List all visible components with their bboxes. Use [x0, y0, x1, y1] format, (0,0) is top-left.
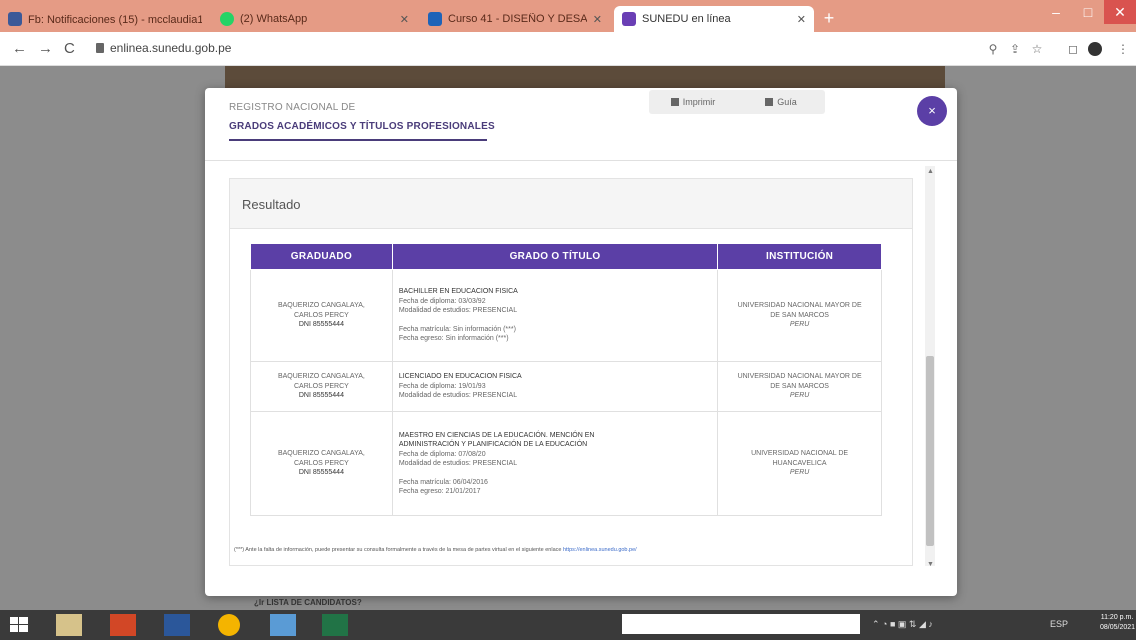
chrome-icon[interactable] — [218, 614, 240, 636]
degree-cell: LICENCIADO EN EDUCACION FISICA Fecha de … — [391, 361, 719, 412]
column-header-graduado: GRADUADO — [250, 243, 393, 270]
divider — [205, 160, 957, 161]
table-row: BAQUERIZO CANGALAYA, CARLOS PERCY DNI 85… — [250, 411, 882, 516]
browser-tab-bar: Fb: Notificaciones (15) - mcclaudia1015 … — [0, 0, 1136, 32]
tray-icons[interactable]: ⌃ ◔ ■ ▣ ⇅ ◢ ♪ — [872, 619, 933, 630]
menu-icon[interactable]: ⋮ — [1116, 42, 1130, 56]
graduate-cell: BAQUERIZO CANGALAYA, CARLOS PERCY DNI 85… — [250, 361, 393, 412]
tab-whatsapp[interactable]: (2) WhatsApp ✕ — [212, 6, 417, 32]
table-row: BAQUERIZO CANGALAYA, CARLOS PERCY DNI 85… — [250, 269, 882, 362]
sunedu-icon — [622, 12, 636, 26]
results-card: Resultado GRADUADO GRADO O TÍTULO INSTIT… — [229, 178, 913, 566]
tab-facebook[interactable]: Fb: Notificaciones (15) - mcclaudia1015 … — [0, 6, 210, 32]
registry-label: REGISTRO NACIONAL DE — [229, 102, 356, 113]
new-tab-button[interactable]: + — [818, 8, 840, 28]
results-modal: REGISTRO NACIONAL DE GRADOS ACADÉMICOS Y… — [205, 88, 957, 596]
print-icon — [670, 98, 679, 106]
tab-sunedu[interactable]: SUNEDU en línea ✕ — [614, 6, 814, 32]
scrollbar-thumb[interactable] — [926, 356, 934, 546]
print-button[interactable]: Imprimir — [649, 97, 737, 107]
close-tab-icon[interactable]: ✕ — [593, 13, 602, 26]
tab-curso[interactable]: Curso 41 - DISEÑO Y DESARROLLO ✕ — [420, 6, 610, 32]
results-card-header: Resultado — [230, 179, 912, 229]
star-icon[interactable]: ☆ — [1030, 42, 1044, 56]
url-field[interactable]: enlinea.sunedu.gob.pe — [110, 41, 231, 55]
background-text: ¿Ir LISTA DE CANDIDATOS? — [254, 598, 362, 607]
modal-scrollbar[interactable]: ▲ ▼ — [925, 166, 935, 568]
share-icon[interactable]: ⇪ — [1008, 42, 1022, 56]
extensions-icon[interactable]: ◻ — [1066, 42, 1080, 56]
taskbar: ⌃ ◔ ■ ▣ ⇅ ◢ ♪ ESP 11:20 p.m. 08/05/2021 — [0, 610, 1136, 640]
institution-cell: UNIVERSIDAD NACIONAL MAYOR DE DE SAN MAR… — [717, 361, 882, 412]
column-header-institucion: INSTITUCIÓN — [717, 243, 882, 270]
back-icon[interactable]: ← — [12, 40, 27, 57]
close-tab-icon[interactable]: ✕ — [797, 13, 806, 26]
results-table: GRADUADO GRADO O TÍTULO INSTITUCIÓN BAQU… — [250, 243, 882, 516]
guide-icon — [765, 98, 774, 106]
degree-cell: BACHILLER EN EDUCACION FISICA Fecha de d… — [391, 269, 719, 362]
word-icon[interactable] — [164, 614, 190, 636]
whatsapp-icon — [220, 12, 234, 26]
footnote: (***) Ante la falta de información, pued… — [234, 547, 637, 553]
footnote-link[interactable]: https://enlinea.sunedu.gob.pe/ — [563, 547, 637, 553]
results-title: Resultado — [242, 197, 301, 212]
institution-cell: UNIVERSIDAD NACIONAL DE HUANCAVELICA PER… — [717, 411, 882, 516]
scroll-up-icon[interactable]: ▲ — [927, 168, 934, 175]
maximize-window-icon[interactable]: □ — [1072, 0, 1104, 24]
facebook-icon — [8, 12, 22, 26]
title-underline — [229, 139, 487, 141]
language-indicator[interactable]: ESP — [1050, 619, 1068, 629]
taskbar-search-input[interactable] — [622, 614, 860, 634]
reload-icon[interactable]: C — [64, 40, 75, 57]
modal-scroll-area[interactable]: Resultado GRADUADO GRADO O TÍTULO INSTIT… — [221, 166, 923, 591]
file-explorer-icon[interactable] — [56, 614, 82, 636]
close-window-icon[interactable]: ✕ — [1104, 0, 1136, 24]
scroll-down-icon[interactable]: ▼ — [927, 561, 934, 568]
address-bar: ← → C enlinea.sunedu.gob.pe ⚲ ⇪ ☆ ◻ ⋮ — [0, 32, 1136, 66]
windows-start-icon[interactable] — [8, 614, 34, 636]
taskbar-clock[interactable]: 11:20 p.m. 08/05/2021 — [1100, 613, 1135, 633]
graduate-cell: BAQUERIZO CANGALAYA, CARLOS PERCY DNI 85… — [250, 411, 393, 516]
close-tab-icon[interactable]: ✕ — [400, 13, 409, 26]
powerpoint-icon[interactable] — [110, 614, 136, 636]
column-header-grado: GRADO O TÍTULO — [391, 243, 719, 270]
forward-icon[interactable]: → — [38, 40, 53, 57]
table-row: BAQUERIZO CANGALAYA, CARLOS PERCY DNI 85… — [250, 361, 882, 412]
close-modal-button[interactable]: × — [917, 96, 947, 126]
graduate-cell: BAQUERIZO CANGALAYA, CARLOS PERCY DNI 85… — [250, 269, 393, 362]
minimize-window-icon[interactable]: – — [1040, 0, 1072, 24]
degree-cell: MAESTRO EN CIENCIAS DE LA EDUCACIÓN. MEN… — [391, 411, 719, 516]
registry-title: GRADOS ACADÉMICOS Y TÍTULOS PROFESIONALE… — [229, 121, 495, 132]
zoom-icon[interactable]: ⚲ — [986, 42, 1000, 56]
course-icon — [428, 12, 442, 26]
excel-icon[interactable] — [322, 614, 348, 636]
notes-icon[interactable] — [270, 614, 296, 636]
profile-icon[interactable] — [1088, 42, 1102, 56]
header-actions: Imprimir Guía — [649, 90, 825, 114]
institution-cell: UNIVERSIDAD NACIONAL MAYOR DE DE SAN MAR… — [717, 269, 882, 362]
guide-button[interactable]: Guía — [737, 97, 825, 107]
lock-icon — [96, 43, 104, 53]
